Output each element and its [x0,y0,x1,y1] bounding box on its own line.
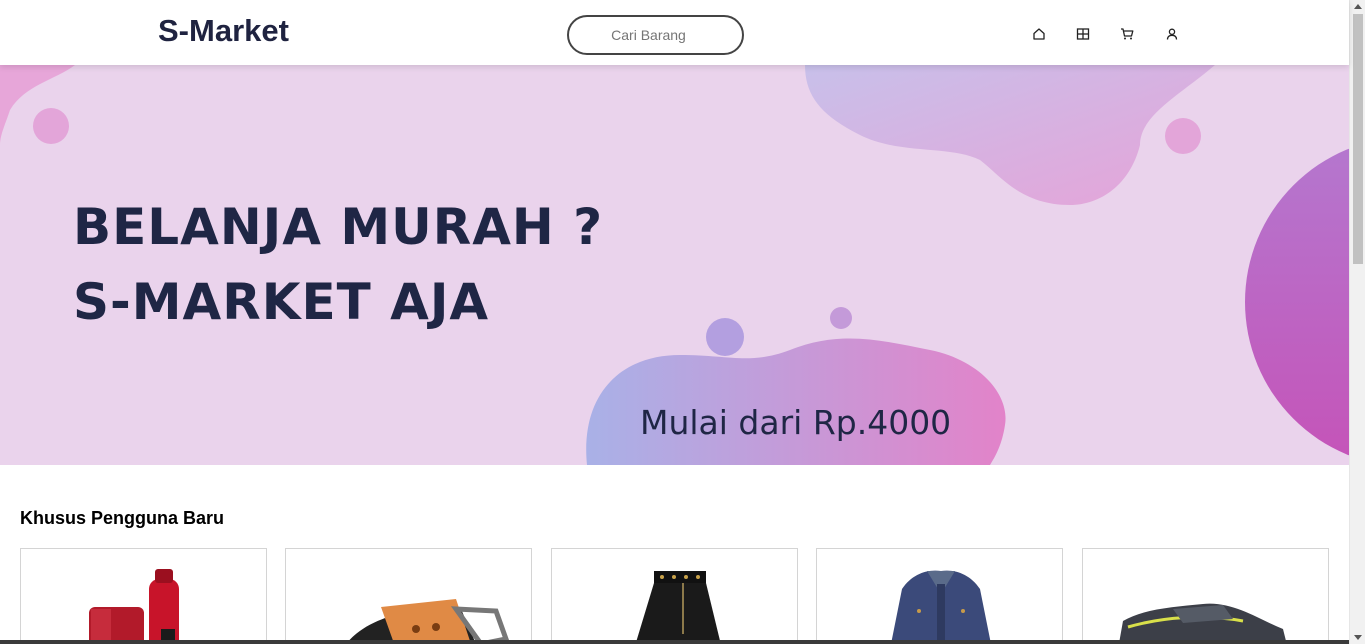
user-icon[interactable] [1165,27,1179,41]
product-card[interactable] [551,548,798,644]
product-card[interactable] [1082,548,1329,644]
sneaker-shoe-image [1118,603,1287,644]
product-card[interactable] [20,548,267,644]
grid-icon[interactable] [1076,27,1090,41]
hero-banner[interactable]: BELANJA MURAH ? S-MARKET AJA Mulai dari … [0,65,1349,465]
vertical-scrollbar[interactable] [1349,0,1365,644]
hero-headline-1: BELANJA MURAH ? [73,198,604,256]
denim-jacket-image [891,570,991,644]
search-input[interactable] [567,15,744,55]
scroll-down-arrow-icon[interactable] [1354,635,1362,640]
scroll-up-arrow-icon[interactable] [1354,4,1362,9]
scrollbar-thumb[interactable] [1353,14,1363,264]
cart-icon[interactable] [1120,27,1134,41]
brand-logo[interactable]: S-Market [158,13,289,49]
hero-headline-2: S-MARKET AJA [73,273,490,331]
section-title: Khusus Pengguna Baru [20,508,225,528]
product-card[interactable] [816,548,1063,644]
red-bottles-image [89,569,179,644]
top-navbar: S-Market [0,0,1349,65]
taskbar-edge [0,640,1349,644]
leather-belt-image [346,599,510,644]
product-card[interactable] [285,548,532,644]
hero-subtitle: Mulai dari Rp.4000 [640,403,952,442]
home-icon[interactable] [1032,27,1046,41]
black-skirt-image [635,571,721,644]
